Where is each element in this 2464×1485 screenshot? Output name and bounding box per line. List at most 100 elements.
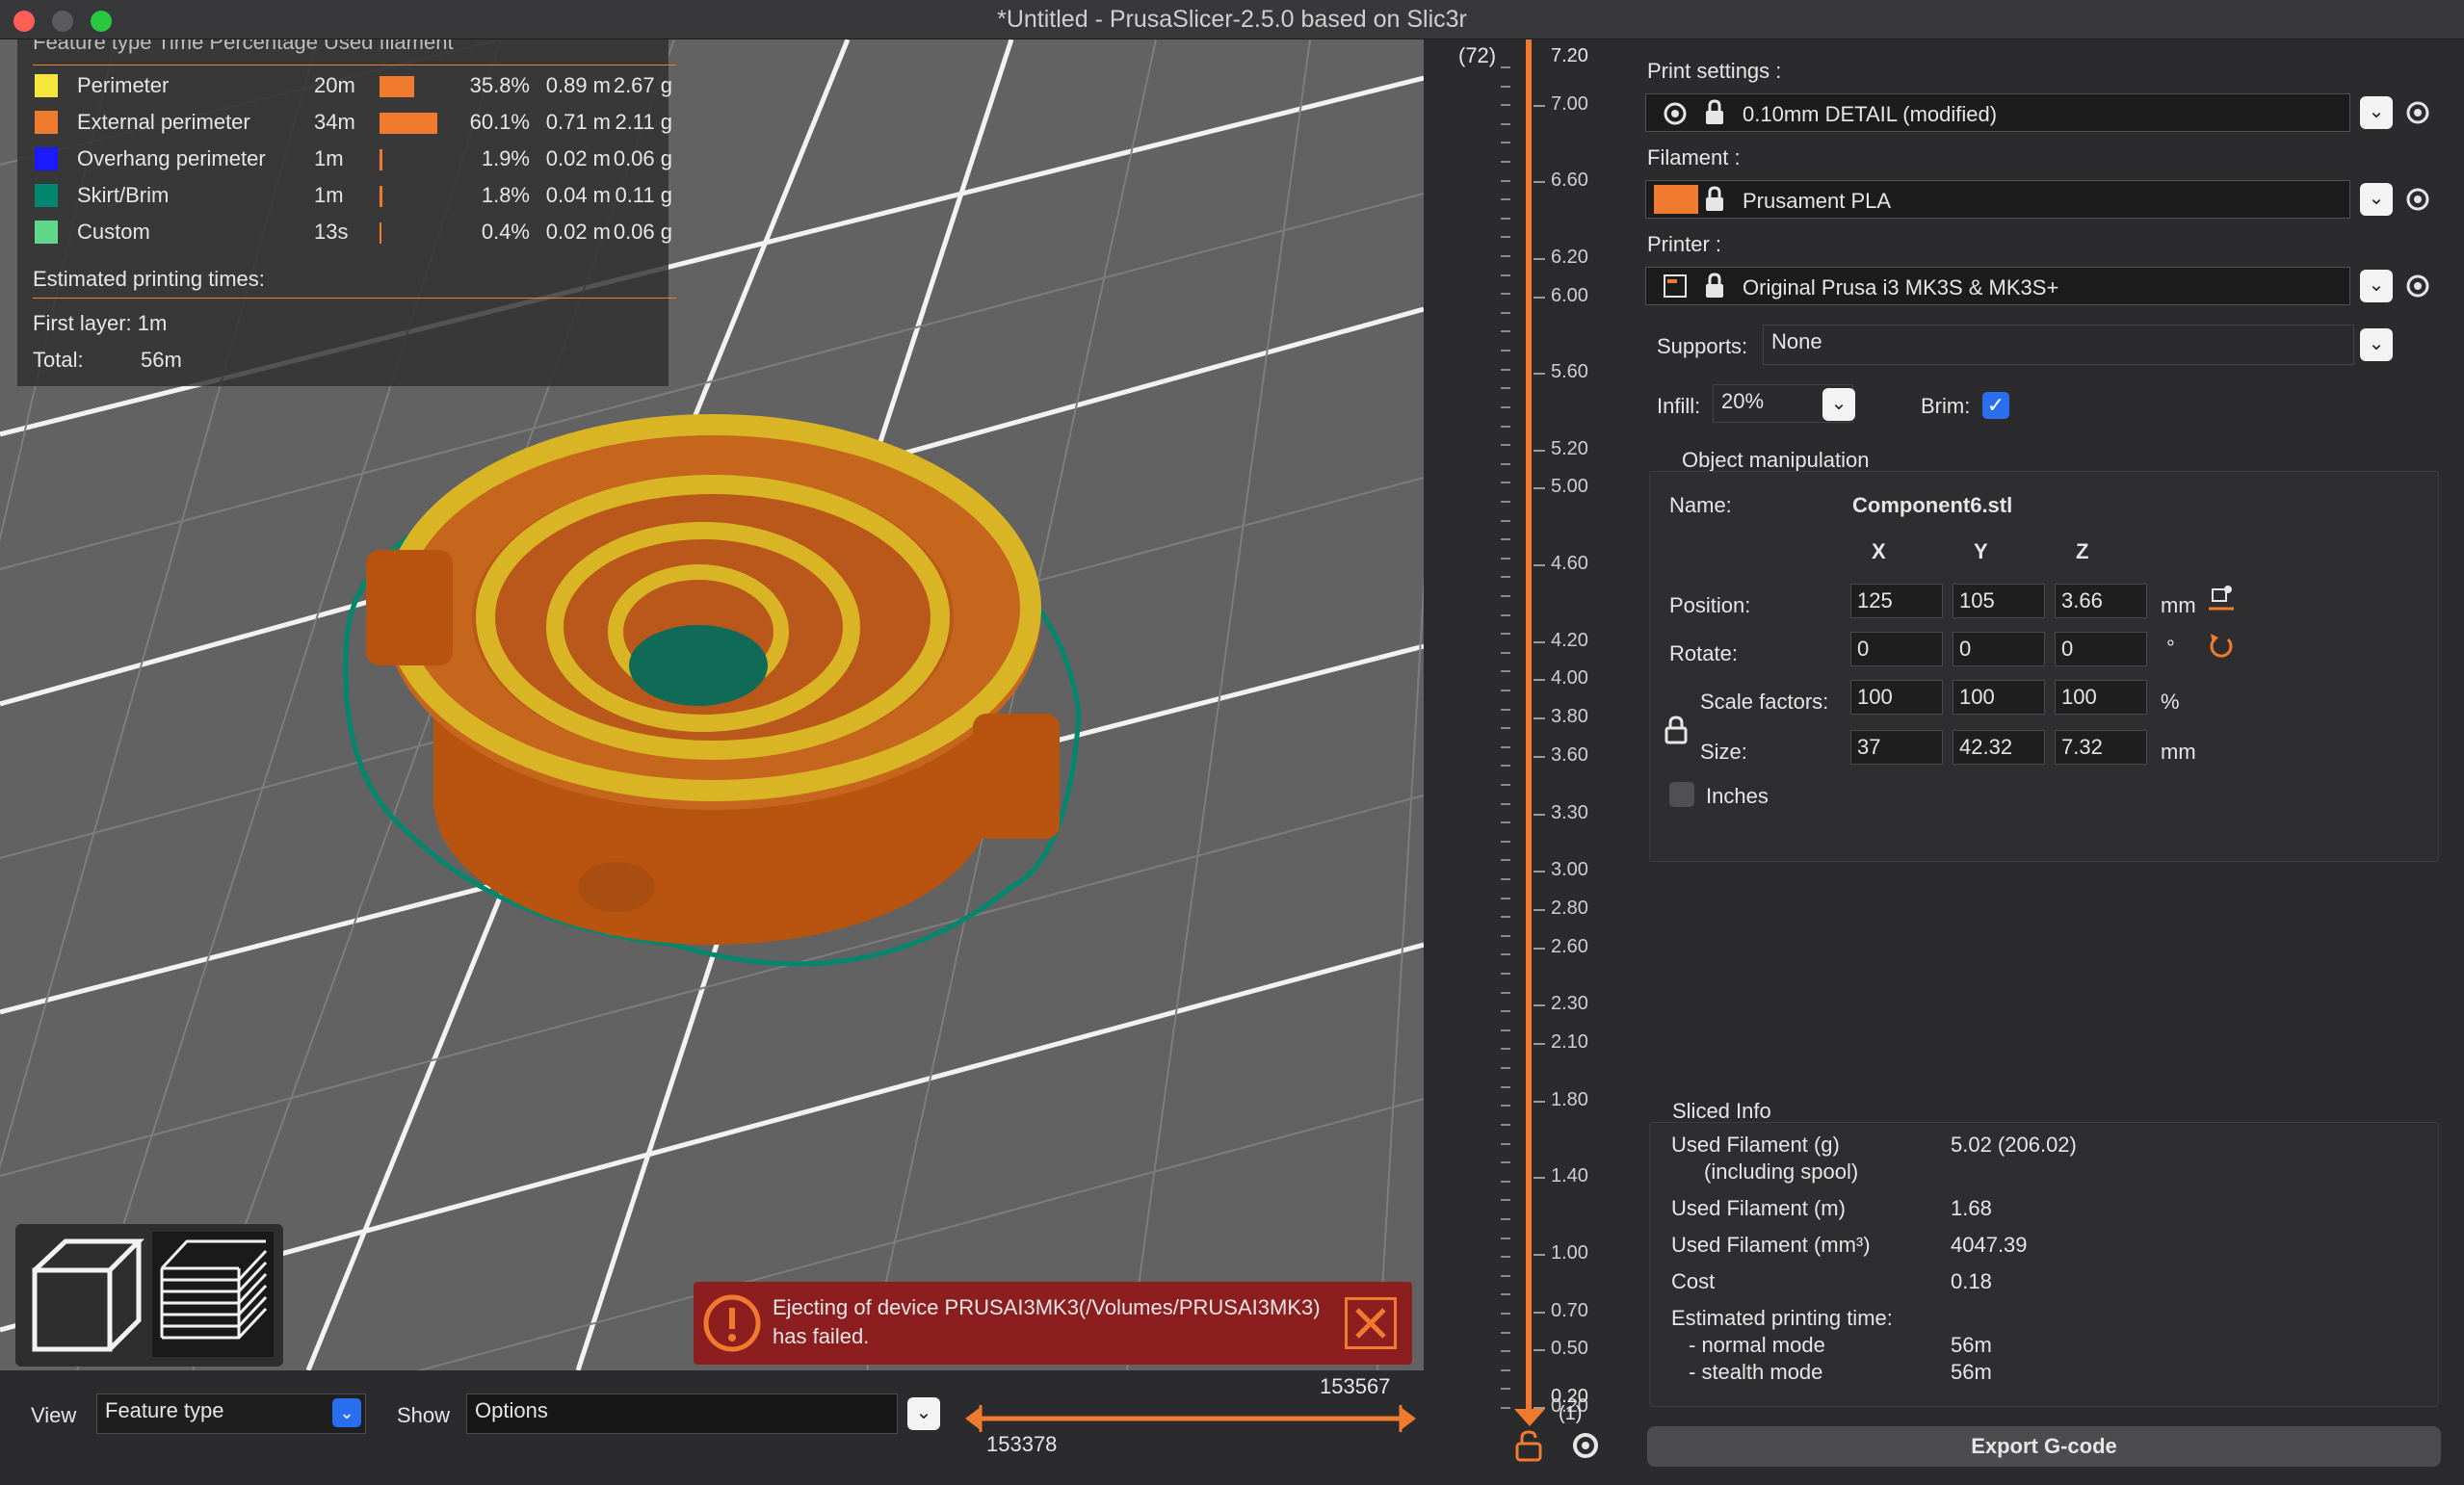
legend-percentage: 1.9% [481, 146, 530, 170]
settings-sidebar: Print settings : 0.10mm DETAIL (modified… [1628, 39, 2464, 1485]
printer-icon [1664, 274, 1687, 298]
scale-x-input[interactable]: 100 [1850, 680, 1943, 715]
scale-z-input[interactable]: 100 [2055, 680, 2147, 715]
ruler-tick [1533, 373, 1545, 376]
position-x-input[interactable]: 125 [1850, 584, 1943, 618]
filament-select[interactable]: Prusament PLA [1645, 180, 2350, 219]
supports-dropdown[interactable]: ⌄ [2360, 328, 2393, 361]
ruler-minor-tick [1501, 670, 1510, 673]
print-settings-dropdown[interactable]: ⌄ [2360, 96, 2393, 129]
3d-preview-viewport[interactable]: Feature type Time Percentage Used filame… [0, 39, 1424, 1370]
unlock-icon[interactable] [1514, 1430, 1543, 1463]
ruler-tick [1533, 640, 1545, 643]
ruler-tick [1533, 1253, 1545, 1256]
close-notification-button[interactable] [1345, 1297, 1397, 1349]
ruler-minor-tick [1501, 1029, 1510, 1031]
size-z-input[interactable]: 7.32 [2055, 730, 2147, 765]
ruler-minor-tick [1501, 1256, 1510, 1259]
ruler-minor-tick [1501, 387, 1510, 390]
reset-rotation-icon[interactable] [2207, 632, 2236, 661]
show-options-select[interactable]: Options [466, 1394, 898, 1434]
ruler-tick-label: 3.80 [1551, 706, 1588, 728]
legend-percentage-bar [380, 76, 414, 97]
close-icon [1355, 1308, 1386, 1339]
ruler-minor-tick [1501, 1142, 1510, 1145]
ruler-tick [1533, 1311, 1545, 1314]
legend-percentage: 35.8% [469, 73, 530, 97]
drop-to-bed-icon[interactable] [2207, 584, 2236, 612]
notification-line-1: Ejecting of device PRUSAI3MK3(/Volumes/P… [773, 1295, 1321, 1319]
rotate-y-input[interactable]: 0 [1953, 632, 2045, 666]
inches-checkbox[interactable] [1669, 782, 1694, 807]
layers-view-button[interactable] [152, 1232, 274, 1357]
legend-row: Skirt/Brim 1m 1.8% 0.04 m 0.11 g [35, 180, 672, 211]
view-type-select[interactable]: Feature type ⌄ [96, 1394, 366, 1434]
vertical-layer-slider[interactable]: (72) 7.00 6.60 6.20 6.00 5.60 5.20 5.00 4.60 4.2… [1426, 39, 1618, 1485]
chevron-down-icon: ⌄ [332, 1398, 361, 1427]
size-x-input[interactable]: 37 [1850, 730, 1943, 765]
scale-y-input[interactable]: 100 [1953, 680, 2045, 715]
printer-value: Original Prusa i3 MK3S & MK3S+ [1743, 275, 2059, 300]
ruler-minor-tick [1501, 1274, 1510, 1277]
ruler-minor-tick [1501, 122, 1510, 125]
rotate-z-input[interactable]: 0 [2055, 632, 2147, 666]
lock-icon [1706, 186, 1723, 211]
infill-label: Infill: [1657, 394, 1701, 418]
ruler-minor-tick [1501, 1161, 1510, 1164]
printer-dropdown[interactable]: ⌄ [2360, 270, 2393, 302]
filament-dropdown[interactable]: ⌄ [2360, 183, 2393, 216]
ruler-tick [1533, 1043, 1545, 1046]
total-time-value: 56m [141, 348, 182, 372]
ruler-tick-label: 4.20 [1551, 629, 1588, 651]
ruler-minor-tick [1501, 1180, 1510, 1183]
first-layer-time: First layer: 1m [33, 311, 168, 335]
ruler-tick-label: 4.60 [1551, 553, 1588, 575]
ruler-minor-tick [1501, 1407, 1510, 1409]
ruler-tick-label: 7.00 [1551, 92, 1588, 115]
ruler-tick [1533, 257, 1545, 260]
supports-label: Supports: [1657, 334, 1748, 358]
ruler-minor-tick [1501, 1217, 1510, 1220]
ruler-minor-tick [1501, 538, 1510, 541]
ruler-tick-label: 1.80 [1551, 1088, 1588, 1110]
size-y-input[interactable]: 42.32 [1953, 730, 2045, 765]
printer-label: Printer : [1647, 232, 1722, 256]
infill-dropdown[interactable]: ⌄ [1822, 388, 1855, 421]
printer-select[interactable]: Original Prusa i3 MK3S & MK3S+ [1645, 267, 2350, 305]
chevron-down-icon: ⌄ [2368, 333, 2385, 354]
brim-checkbox[interactable]: ✓ [1982, 392, 2009, 419]
ruler-tick [1533, 1004, 1545, 1007]
print-settings-gear-icon[interactable] [2404, 99, 2431, 126]
inches-label: Inches [1706, 784, 1769, 808]
legend-used-m: 0.89 m [545, 73, 611, 97]
ruler-minor-tick [1501, 859, 1510, 862]
ruler-minor-tick [1501, 557, 1510, 560]
show-options-dropdown-button[interactable]: ⌄ [907, 1397, 940, 1430]
legend-percentage-bar [380, 149, 382, 170]
ruler-minor-tick [1501, 179, 1510, 182]
object-manipulation-title: Object manipulation [1682, 448, 1870, 472]
normal-mode-value: 56m [1951, 1333, 1992, 1357]
printer-gear-icon[interactable] [2404, 273, 2431, 300]
layer-slider-track[interactable] [1526, 39, 1532, 1415]
supports-select[interactable]: None [1763, 325, 2354, 365]
ruler-minor-tick [1501, 802, 1510, 805]
ruler-tick [1533, 947, 1545, 950]
export-gcode-button[interactable]: Export G-code [1647, 1426, 2441, 1467]
ruler-minor-tick [1501, 1067, 1510, 1070]
ruler-tick-label: 3.30 [1551, 801, 1588, 823]
rotate-x-input[interactable]: 0 [1850, 632, 1943, 666]
ruler-minor-tick [1501, 878, 1510, 881]
ruler-tick-label: 4.00 [1551, 667, 1588, 690]
ruler-minor-tick [1501, 633, 1510, 636]
ruler-settings-gear-icon[interactable] [1570, 1430, 1601, 1461]
print-settings-select[interactable]: 0.10mm DETAIL (modified) [1645, 93, 2350, 132]
ruler-minor-tick [1501, 1085, 1510, 1088]
3d-view-button[interactable] [25, 1232, 146, 1357]
position-y-input[interactable]: 105 [1953, 584, 2045, 618]
layer-count-bottom: (1) [1559, 1403, 1583, 1424]
scale-lock-icon[interactable] [1664, 715, 1689, 745]
position-z-input[interactable]: 3.66 [2055, 584, 2147, 618]
filament-gear-icon[interactable] [2404, 186, 2431, 213]
ruler-minor-tick [1501, 1237, 1510, 1239]
